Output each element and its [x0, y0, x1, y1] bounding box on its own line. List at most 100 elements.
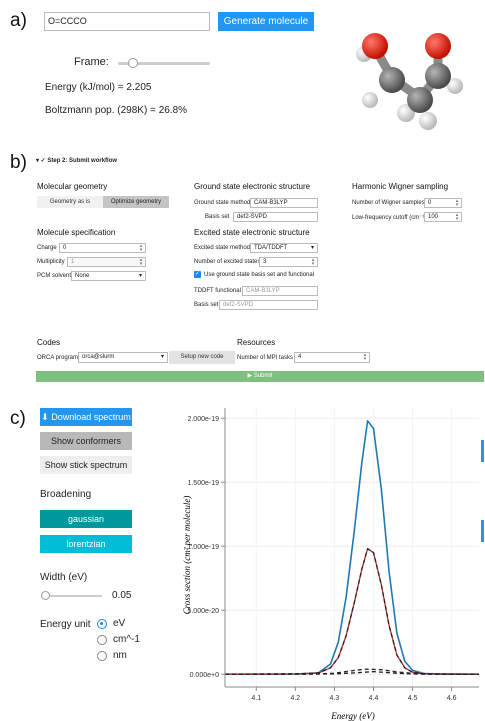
charge-input[interactable]: 0 ▴ ▾ — [59, 243, 146, 253]
mol-spec-title: Molecule specification — [37, 228, 116, 237]
x-tick-label: 4.3 — [330, 695, 340, 702]
energy-unit-label: Energy unit — [40, 619, 91, 630]
tddft-input[interactable]: CAM-B3LYP — [242, 286, 318, 296]
optimize-geometry-button[interactable]: Optimize geometry — [103, 196, 169, 208]
width-slider-track[interactable] — [41, 591, 102, 600]
submit-button[interactable]: ▶ Submit — [36, 371, 484, 382]
unit-nm-radio[interactable] — [97, 651, 107, 661]
carbon-atom — [379, 67, 405, 93]
gs-basis-input[interactable]: def2-SVPD — [233, 212, 318, 222]
x-tick-label: 4.1 — [251, 695, 261, 702]
es-method-select[interactable]: TDA/TDDFT ▾ — [250, 243, 318, 253]
x-tick-label: 4.4 — [369, 695, 379, 702]
y-axis-label: Cross section (cm² per molecule) — [182, 496, 192, 615]
geometry-as-is-button[interactable]: Geometry as is — [37, 196, 103, 208]
unit-cm-radio[interactable] — [97, 635, 107, 645]
frame-label: Frame: — [74, 56, 109, 68]
mol-geom-title: Molecular geometry — [37, 182, 108, 191]
y-tick-label: 1.000e-19 — [187, 544, 219, 551]
es-basis-label: Basis set — [194, 302, 219, 308]
tddft-label: TDDFT functional — [194, 288, 241, 294]
spectrum-chart[interactable]: 0.000e+0 5.000e-20 1.000e-19 1.500e-19 2.000… — [175, 400, 485, 721]
multiplicity-label: Multiplicity — [37, 259, 65, 265]
n-states-label: Number of excited states — [194, 259, 261, 265]
resources-title: Resources — [237, 338, 276, 347]
chevron-down-icon: ▾ — [310, 245, 314, 251]
gs-method-label: Ground state method — [194, 200, 251, 206]
panel-b-label: b) — [10, 152, 27, 173]
energy-label: Energy (kJ/mol) = — [45, 82, 124, 93]
setup-new-code-button[interactable]: Setup new code — [169, 351, 235, 364]
y-tick-label: 2.000e-19 — [187, 416, 219, 423]
codes-title: Codes — [37, 338, 61, 347]
lorentzian-button[interactable]: lorentzian — [40, 535, 132, 553]
chevron-down-icon: ▾ — [160, 354, 164, 360]
gaussian-button[interactable]: gaussian — [40, 510, 132, 528]
chevron-down-icon: ▾ — [138, 273, 142, 279]
pcm-select[interactable]: None ▾ — [71, 271, 146, 281]
spectrum-series-line — [224, 548, 480, 675]
orca-label: ORCA program — [37, 355, 79, 361]
gs-basis-label: Basis set — [205, 214, 230, 220]
y-tick-label: 5.000e-20 — [187, 608, 219, 615]
energy-value: 2.205 — [126, 82, 152, 93]
gs-method-input[interactable]: CAM-B3LYP — [250, 198, 318, 208]
oxygen-atom — [362, 33, 388, 59]
step2-header[interactable]: ▾ ✓ Step 2: Submit workflow — [36, 157, 117, 164]
n-wigner-label: Number of Wigner samples — [352, 200, 425, 206]
oxygen-atom — [425, 33, 451, 59]
unit-nm-label: nm — [113, 650, 127, 661]
es-title: Excited state electronic structure — [194, 228, 310, 237]
y-tick-label: 0.000e+0 — [190, 672, 219, 679]
orca-select[interactable]: orca@slurm ▾ — [78, 352, 168, 363]
download-icon: ⬇ — [41, 412, 52, 422]
cutoff-input[interactable]: 100 ▴ ▾ — [424, 212, 462, 222]
unit-ev-radio[interactable] — [97, 619, 107, 629]
boltzmann-row: Boltzmann pop. (298K) = 26.8% — [45, 105, 187, 116]
wigner-title: Harmonic Wigner sampling — [352, 182, 449, 191]
smiles-input[interactable]: O=CCCO — [44, 12, 210, 31]
show-stick-spectrum-button[interactable]: Show stick spectrum — [40, 456, 132, 474]
use-gs-checkbox[interactable]: ✓ — [194, 271, 201, 278]
hydrogen-atom — [419, 112, 437, 130]
hydrogen-atom — [362, 92, 378, 108]
multiplicity-input[interactable]: 1 ▴ ▾ — [67, 257, 146, 267]
x-tick-label: 4.6 — [447, 695, 457, 702]
y-tick-label: 1.500e-19 — [187, 480, 219, 487]
x-tick-label: 4.2 — [290, 695, 300, 702]
energy-row: Energy (kJ/mol) = 2.205 — [45, 82, 151, 93]
frame-slider-handle[interactable] — [128, 58, 138, 68]
show-conformers-button[interactable]: Show conformers — [40, 432, 132, 450]
molecule-viewer[interactable] — [330, 8, 480, 143]
x-axis-label: Energy (eV) — [330, 711, 374, 721]
gs-title: Ground state electronic structure — [194, 182, 311, 191]
carbon-atom — [407, 87, 433, 113]
download-spectrum-button[interactable]: ⬇ Download spectrum — [40, 408, 132, 426]
broadening-title: Broadening — [40, 489, 92, 500]
es-basis-input[interactable]: def2-SVPD — [219, 300, 318, 310]
carbon-atom — [425, 63, 451, 89]
width-value: 0.05 — [112, 590, 132, 601]
unit-cm-label: cm^-1 — [113, 634, 140, 645]
spectrum-series-line — [225, 419, 479, 676]
boltzmann-value: 26.8% — [158, 105, 188, 116]
panel-c-label: c) — [10, 408, 26, 429]
frame-slider-track[interactable] — [118, 58, 210, 68]
chart-series — [224, 419, 480, 676]
legend-marker[interactable] — [481, 520, 484, 542]
es-method-label: Excited state method — [194, 245, 251, 251]
use-gs-label: Use ground state basis set and functiona… — [204, 272, 315, 278]
generate-molecule-button[interactable]: Generate molecule — [218, 12, 314, 31]
n-states-input[interactable]: 3 ▴ ▾ — [259, 257, 318, 267]
x-tick-label: 4.5 — [408, 695, 418, 702]
boltzmann-label: Boltzmann pop. (298K) = — [45, 105, 156, 116]
n-wigner-input[interactable]: 0 ▴ ▾ — [424, 198, 462, 208]
mpi-label: Number of MPI tasks — [237, 355, 294, 361]
cutoff-label: Low-frequency cutoff (cm⁻¹) — [352, 215, 427, 221]
mpi-input[interactable]: 4 ▴ ▾ — [294, 352, 370, 363]
legend-marker[interactable] — [481, 440, 484, 462]
charge-label: Charge — [37, 245, 57, 251]
width-slider-handle[interactable] — [41, 591, 50, 600]
panel-a-label: a) — [10, 10, 27, 31]
pcm-label: PCM solvent — [37, 273, 72, 279]
